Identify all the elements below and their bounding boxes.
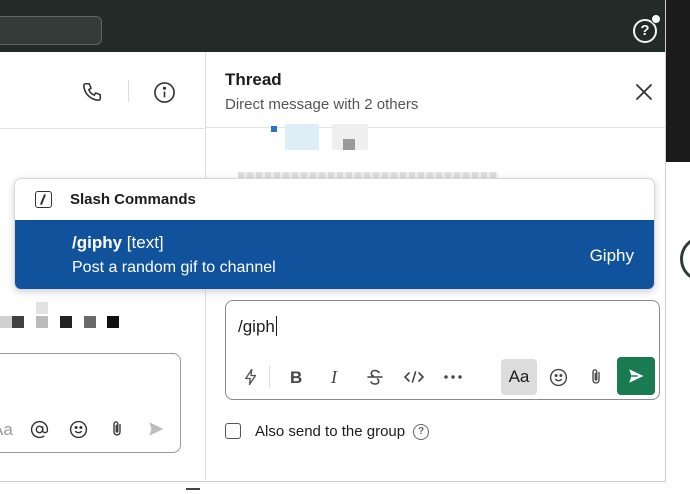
message-input[interactable]: /giph	[238, 316, 277, 337]
slash-command-icon	[35, 191, 52, 208]
command-name: /giphy	[72, 233, 123, 252]
toolbar-divider	[269, 366, 270, 388]
left-emoji-button[interactable]	[67, 418, 89, 440]
paperclip-icon	[592, 369, 600, 384]
send-icon	[149, 422, 164, 436]
svg-text:I: I	[330, 369, 338, 385]
redacted-content	[0, 302, 130, 334]
close-icon	[636, 84, 652, 100]
bold-button[interactable]: B	[280, 359, 314, 395]
phone-icon	[82, 82, 102, 102]
emoji-icon	[549, 368, 567, 386]
text-cursor	[275, 316, 277, 336]
italic-icon: I	[330, 369, 338, 385]
slash-command-item-giphy[interactable]: /giphy [text] Post a random gif to chann…	[15, 220, 654, 289]
command-line: /giphy [text]	[72, 233, 164, 253]
attach-button[interactable]	[579, 359, 613, 395]
paperclip-icon	[113, 421, 121, 436]
background-window	[666, 162, 690, 494]
top-bar: ?	[0, 0, 666, 52]
redacted-avatar	[271, 124, 319, 150]
slash-commands-title: Slash Commands	[70, 191, 196, 208]
send-icon	[629, 369, 644, 383]
also-send-checkbox[interactable]	[225, 423, 241, 439]
ellipsis-icon	[444, 375, 462, 379]
thread-title: Thread	[225, 70, 282, 89]
command-description: Post a random gif to channel	[72, 259, 276, 276]
call-button[interactable]	[80, 80, 104, 104]
slash-commands-popup: Slash Commands /giphy [text] Post a rand…	[14, 178, 655, 290]
also-send-help-icon[interactable]: ?	[413, 424, 429, 440]
left-send-button[interactable]	[145, 418, 167, 440]
channel-info-button[interactable]	[152, 80, 176, 104]
left-mention-button[interactable]	[28, 418, 50, 440]
redacted-avatar	[332, 124, 368, 150]
code-icon	[404, 371, 424, 383]
also-send-label[interactable]: Also send to the group	[255, 423, 405, 440]
notification-dot	[651, 14, 661, 24]
italic-button[interactable]: I	[319, 359, 353, 395]
format-toggle-button[interactable]: Aa	[501, 359, 537, 395]
help-icon: ?	[640, 22, 650, 39]
command-app-name: Giphy	[589, 246, 634, 265]
svg-text:B: B	[290, 369, 302, 385]
header-divider	[128, 80, 129, 102]
formatting-toolbar: B I Aa	[226, 356, 659, 398]
background-bullet	[186, 488, 200, 490]
background-desktop	[666, 0, 690, 162]
emoji-icon	[69, 420, 87, 438]
search-input[interactable]	[0, 16, 102, 45]
send-button[interactable]	[617, 357, 655, 395]
close-thread-button[interactable]	[632, 80, 656, 104]
emoji-button[interactable]	[541, 359, 575, 395]
at-icon	[30, 420, 48, 438]
bold-icon: B	[290, 369, 302, 385]
info-icon	[153, 81, 175, 103]
shortcuts-button[interactable]	[234, 359, 268, 395]
code-button[interactable]	[397, 359, 431, 395]
left-attach-button[interactable]	[106, 418, 128, 440]
channel-header-divider	[0, 128, 206, 129]
slash-commands-header: Slash Commands	[15, 179, 654, 220]
message-input-text: /giph	[238, 317, 275, 336]
more-formatting-button[interactable]	[436, 359, 470, 395]
thread-reply-composer[interactable]: /giph B I Aa	[225, 300, 660, 400]
thread-subtitle: Direct message with 2 others	[225, 96, 419, 113]
left-format-toggle[interactable]: Aa	[0, 420, 13, 440]
command-args: [text]	[126, 233, 164, 252]
strikethrough-button[interactable]	[358, 359, 392, 395]
thread-header	[206, 52, 666, 128]
strikethrough-icon	[367, 369, 383, 385]
lightning-icon	[245, 368, 257, 386]
